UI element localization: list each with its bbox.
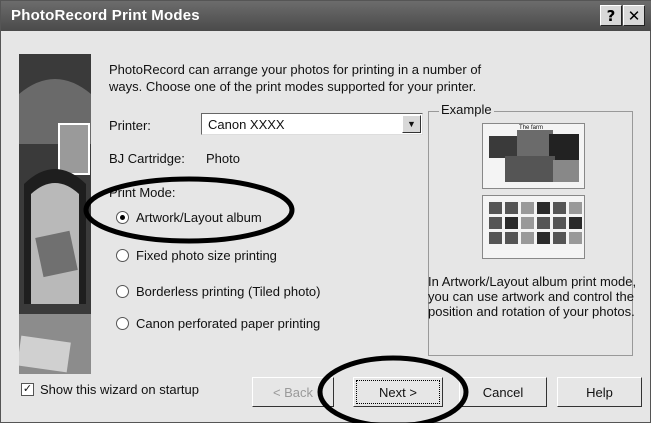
printer-select[interactable]: Canon XXXX ▼ xyxy=(201,113,423,135)
cartridge-label: BJ Cartridge: xyxy=(109,151,185,166)
example-legend: Example xyxy=(439,102,494,117)
focus-rect xyxy=(356,380,440,404)
window-title: PhotoRecord Print Modes xyxy=(11,7,200,24)
back-button[interactable]: < Back xyxy=(252,377,334,407)
intro-text: PhotoRecord can arrange your photos for … xyxy=(109,62,482,94)
printer-label: Printer: xyxy=(109,118,151,133)
startup-checkbox[interactable]: ✓ xyxy=(21,383,34,396)
radio-button[interactable] xyxy=(116,316,129,330)
close-icon[interactable]: ✕ xyxy=(623,5,645,26)
radio-artwork-layout[interactable]: Artwork/Layout album xyxy=(116,208,262,226)
print-modes-dialog: PhotoRecord Print Modes ? ✕ PhotoRecord … xyxy=(0,0,651,423)
startup-checkbox-label: Show this wizard on startup xyxy=(40,382,199,397)
example-thumbnail-layout: The farm xyxy=(482,123,585,189)
radio-button[interactable] xyxy=(116,210,129,224)
radio-perforated[interactable]: Canon perforated paper printing xyxy=(116,314,320,332)
help-icon[interactable]: ? xyxy=(600,5,622,26)
radio-label: Canon perforated paper printing xyxy=(136,315,321,331)
radio-label: Fixed photo size printing xyxy=(136,247,277,263)
example-thumbnail-grid xyxy=(482,195,585,259)
example-description: In Artwork/Layout album print mode, you … xyxy=(428,274,637,319)
title-bar[interactable]: PhotoRecord Print Modes ? ✕ xyxy=(1,1,651,31)
cartridge-value: Photo xyxy=(206,151,240,166)
radio-button[interactable] xyxy=(116,248,129,262)
cancel-button[interactable]: Cancel xyxy=(459,377,547,407)
decorative-side-image xyxy=(19,54,91,374)
radio-button[interactable] xyxy=(116,284,129,298)
next-button[interactable]: Next > xyxy=(353,377,443,407)
startup-checkbox-row[interactable]: ✓ Show this wizard on startup xyxy=(21,382,199,397)
help-button[interactable]: Help xyxy=(557,377,642,407)
printer-value: Canon XXXX xyxy=(208,117,285,132)
radio-fixed-size[interactable]: Fixed photo size printing xyxy=(116,246,277,264)
chevron-down-icon[interactable]: ▼ xyxy=(402,115,421,133)
radio-label: Artwork/Layout album xyxy=(136,209,262,225)
radio-label: Borderless printing (Tiled photo) xyxy=(136,283,321,299)
radio-borderless[interactable]: Borderless printing (Tiled photo) xyxy=(116,282,321,300)
print-mode-label: Print Mode: xyxy=(109,185,176,200)
